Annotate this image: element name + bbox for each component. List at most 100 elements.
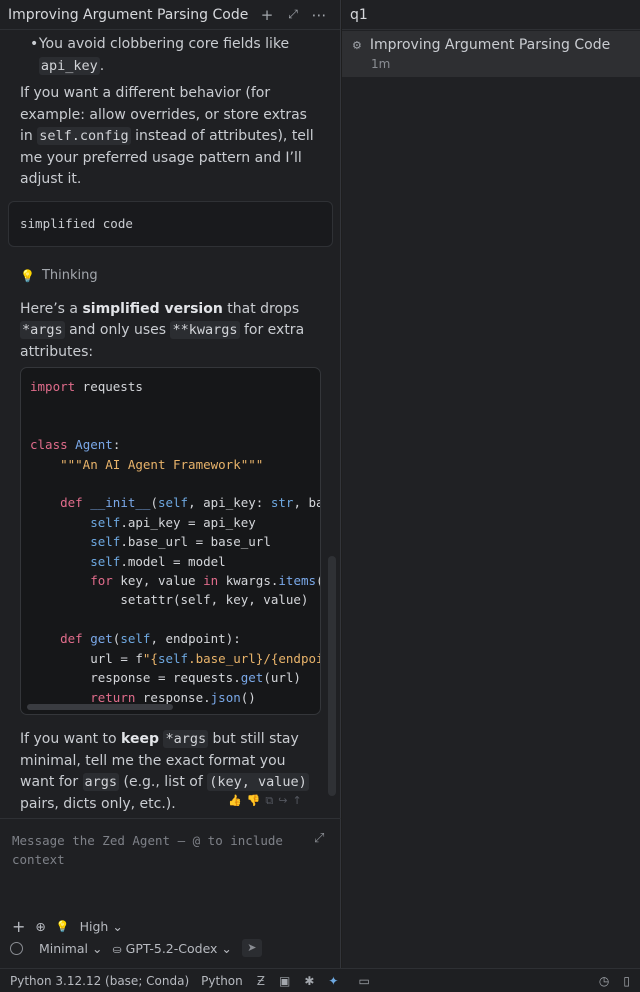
code-token: kwargs. <box>218 573 279 589</box>
list-item: • You avoid clobbering core fields like … <box>0 34 341 77</box>
composer-model-row: Minimal ⌄ ⛀ GPT-5.2-Codex ⌄ ➤ <box>10 939 262 957</box>
thumbs-down-icon[interactable]: 👎 <box>247 794 261 808</box>
code-token: , endpoint): <box>150 631 241 647</box>
zed-agent-icon: ⚙ <box>352 38 362 52</box>
panel-toggle-icon[interactable]: ▯ <box>623 974 630 988</box>
code-token: in <box>203 573 219 589</box>
code-token: self <box>157 650 189 666</box>
thinking-level-select[interactable]: High ⌄ <box>80 919 123 934</box>
plus-icon[interactable]: + <box>254 6 280 24</box>
code-token: requests <box>75 379 143 394</box>
threads-panel: q1 ⚙ Improving Argument Parsing Code 1m <box>342 0 640 968</box>
code-token: key, value <box>112 573 204 589</box>
bold-text: keep <box>121 731 159 747</box>
bullet-suffix: . <box>99 57 105 74</box>
share-icon[interactable]: ↪ <box>278 794 287 808</box>
user-message[interactable]: simplified code <box>8 200 333 247</box>
model-icon: ⛀ <box>112 942 122 956</box>
terminal-icon[interactable]: ▣ <box>279 974 290 988</box>
message-input[interactable]: Message the Zed Agent — @ to include con… <box>0 819 314 869</box>
history-icon[interactable]: ◷ <box>599 974 609 988</box>
scroll-top-icon[interactable]: ↑ <box>292 794 301 808</box>
thumbs-up-icon[interactable]: 👍 <box>228 794 242 808</box>
code-token: .base_url = base_url <box>120 534 271 550</box>
code-block[interactable]: import requests class Agent: """An AI Ag… <box>20 367 321 715</box>
assistant-paragraph: Here’s a simplified version that drops *… <box>0 299 341 364</box>
code-token: self <box>157 495 189 511</box>
bullet-text: You avoid clobbering core fields like ap… <box>38 34 321 77</box>
bullet-dot: • <box>30 36 39 52</box>
threads-header: q1 <box>342 0 640 30</box>
mode-select[interactable]: Minimal ⌄ <box>39 941 102 956</box>
paragraph-text: (e.g., list of <box>119 774 208 790</box>
code-token: return <box>90 689 136 705</box>
bullet-prefix: You avoid clobbering core fields like <box>38 36 290 52</box>
send-button[interactable]: ➤ <box>241 939 262 957</box>
model-value: GPT-5.2-Codex <box>125 940 218 956</box>
code-token: self <box>90 514 121 530</box>
code-token: def <box>60 631 83 647</box>
code-token: class <box>30 437 68 453</box>
agent-panel-header: Improving Argument Parsing Code + ⤢ ⋯ <box>0 0 340 30</box>
composer-toolbar: + ⊕ 💡 High ⌄ <box>12 917 123 936</box>
paragraph-text: Here’s a <box>20 300 83 317</box>
paragraph-text: If you want to <box>20 731 122 747</box>
assistant-paragraph: If you want a different behavior (for ex… <box>0 83 341 191</box>
inline-code: **kwargs <box>170 321 240 339</box>
copy-icon[interactable]: ⧉ <box>265 794 273 808</box>
thinking-label: Thinking <box>41 268 98 283</box>
zed-predict-icon[interactable]: Ƶ <box>257 974 265 988</box>
paragraph-text: that drops <box>222 300 300 317</box>
code-token: response. <box>135 689 211 705</box>
lightbulb-icon: 💡 <box>20 268 35 283</box>
code-token: : <box>112 437 121 453</box>
code-token: , bas <box>293 495 320 511</box>
code-token: ( <box>150 495 158 511</box>
more-icon[interactable]: ⋯ <box>306 6 332 24</box>
globe-icon[interactable]: ⊕ <box>35 919 45 934</box>
code-token: .api_key = api_key <box>120 514 256 530</box>
code-token: get <box>240 670 264 686</box>
code-token: url = f <box>90 650 143 666</box>
paragraph-text: pairs, dicts only, etc.). <box>20 795 176 812</box>
expand-editor-icon[interactable]: ⤢ <box>314 831 324 846</box>
folder-icon[interactable]: ▭ <box>358 974 369 988</box>
inline-code: args <box>82 773 120 791</box>
model-select[interactable]: ⛀ GPT-5.2-Codex ⌄ <box>112 941 231 956</box>
threads-search[interactable]: q1 <box>350 7 632 23</box>
code-token: setattr(self, key, value) <box>120 592 309 608</box>
agent-panel: Improving Argument Parsing Code + ⤢ ⋯ • … <box>0 0 341 968</box>
conversation-scroll[interactable]: • You avoid clobbering core fields like … <box>0 30 341 816</box>
code-token: str <box>270 495 294 511</box>
debug-icon[interactable]: ✱ <box>304 974 314 988</box>
status-circle-icon <box>10 941 23 955</box>
thread-list-item[interactable]: ⚙ Improving Argument Parsing Code 1m <box>342 31 640 77</box>
thread-title[interactable]: Improving Argument Parsing Code <box>8 7 254 23</box>
message-composer[interactable]: Message the Zed Agent — @ to include con… <box>0 818 341 968</box>
interpreter-selector[interactable]: Python 3.12.12 (base; Conda) <box>10 974 189 988</box>
thread-item-time: 1m <box>371 57 391 71</box>
agent-icon[interactable]: ✦ <box>328 974 338 988</box>
code-token: """An AI Agent Framework""" <box>60 456 264 472</box>
code-content: import requests class Agent: """An AI Ag… <box>21 368 320 714</box>
chevron-down-icon: ⌄ <box>91 940 103 956</box>
code-token: items <box>278 573 317 589</box>
expand-icon[interactable]: ⤢ <box>280 7 306 22</box>
code-token: response = requests. <box>90 670 241 686</box>
conversation-scrollbar[interactable] <box>328 556 336 796</box>
add-context-icon[interactable]: + <box>12 917 25 936</box>
thread-item-title: ⚙ Improving Argument Parsing Code <box>352 37 630 53</box>
chevron-down-icon: ⌄ <box>221 940 232 956</box>
bold-text: simplified version <box>82 300 223 317</box>
code-token: (url) <box>263 670 301 686</box>
code-token: , api_key: <box>188 495 271 511</box>
message-actions: 👍 👎 ⧉ ↪ ↑ <box>228 794 302 808</box>
language-selector[interactable]: Python <box>201 974 243 988</box>
code-token: json <box>210 689 241 705</box>
inline-code: (key, value) <box>207 773 309 791</box>
code-horizontal-scrollbar[interactable] <box>27 704 173 710</box>
lightbulb-icon[interactable]: 💡 <box>56 920 70 933</box>
user-message-text: simplified code <box>20 216 133 231</box>
thinking-toggle[interactable]: 💡 Thinking <box>0 266 341 286</box>
inline-code: *args <box>163 730 209 748</box>
